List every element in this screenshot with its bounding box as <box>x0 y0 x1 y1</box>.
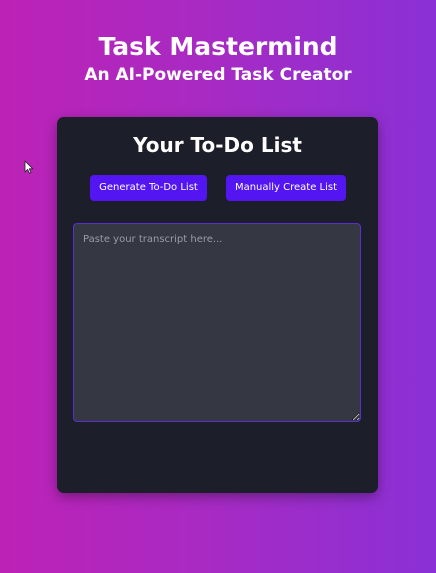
app-header: Task Mastermind An AI-Powered Task Creat… <box>0 30 436 86</box>
manual-create-button[interactable]: Manually Create List <box>226 175 346 201</box>
app-title: Task Mastermind <box>98 32 338 61</box>
mouse-pointer-icon <box>24 160 34 174</box>
todo-card: Your To-Do List Generate To-Do List Manu… <box>57 117 378 493</box>
generate-todo-button[interactable]: Generate To-Do List <box>90 175 207 201</box>
app-subtitle: An AI-Powered Task Creator <box>84 65 352 85</box>
card-title: Your To-Do List <box>133 133 302 157</box>
transcript-input[interactable] <box>73 223 361 422</box>
